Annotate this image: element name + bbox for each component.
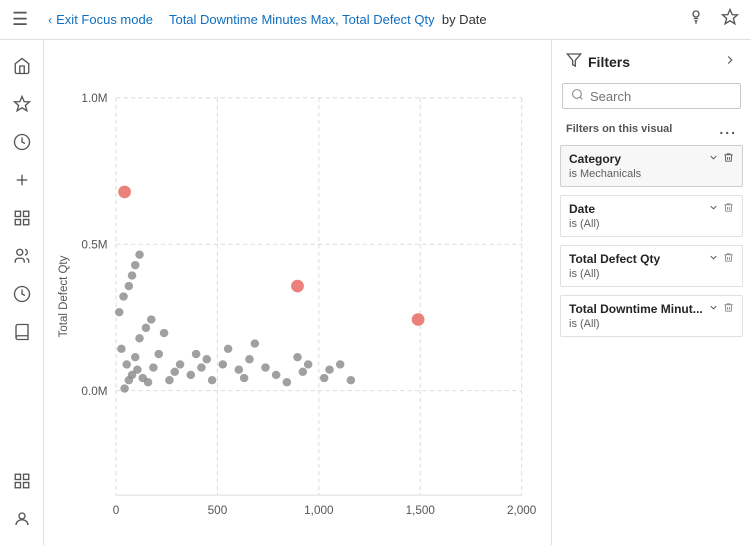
filter-card-defect-qty-name: Total Defect Qty [569,252,660,266]
filters-search-box[interactable] [562,83,741,109]
exit-focus-label: Exit Focus mode [56,12,153,27]
filter-funnel-icon [566,52,582,71]
filter-card-downtime[interactable]: Total Downtime Minut... is (All) [560,295,743,337]
filter-card-date-clear[interactable] [723,202,734,216]
svg-text:0.5M: 0.5M [81,239,107,252]
filters-more-icon[interactable]: ... [719,121,737,137]
filter-card-date-name: Date [569,202,595,216]
sidebar-item-create[interactable] [4,162,40,198]
sidebar-item-favorites[interactable] [4,86,40,122]
filter-card-defect-qty-expand[interactable] [708,252,719,266]
sidebar-item-apps[interactable] [4,200,40,236]
sidebar-item-user[interactable] [4,501,40,537]
scatter-container: 1.0M 0.5M 0.0M 0 500 1,000 1,500 2,000 T… [52,56,543,537]
svg-text:500: 500 [208,504,228,517]
chart-title-main: Total Downtime Minutes Max, Total Defect… [169,12,435,27]
sidebar [0,40,44,545]
sidebar-item-grid[interactable] [4,463,40,499]
svg-text:Total Defect Qty: Total Defect Qty [57,255,70,337]
filter-card-date-value: is (All) [569,218,734,230]
filters-chevron-icon[interactable] [723,53,737,70]
filter-card-downtime-clear[interactable] [723,302,734,316]
filter-card-date-icons [708,202,734,216]
scatter-plot: 1.0M 0.5M 0.0M 0 500 1,000 1,500 2,000 T… [52,56,543,537]
svg-text:0: 0 [113,504,120,517]
chart-title: Total Downtime Minutes Max, Total Defect… [169,12,675,27]
sidebar-item-people[interactable] [4,238,40,274]
filter-card-category-clear[interactable] [723,152,734,166]
filter-card-date-header: Date [569,202,734,216]
filters-panel: Filters Filters on this visual ... [551,40,751,545]
chart-area: 1.0M 0.5M 0.0M 0 500 1,000 1,500 2,000 T… [44,40,551,545]
filter-card-category-header: Category [569,152,734,166]
back-arrow-icon: ‹ [48,13,52,27]
main-layout: 1.0M 0.5M 0.0M 0 500 1,000 1,500 2,000 T… [0,40,751,545]
filter-card-date-expand[interactable] [708,202,719,216]
exit-focus-button[interactable]: ‹ Exit Focus mode [40,8,161,31]
filter-card-defect-qty-value: is (All) [569,268,734,280]
filter-card-category[interactable]: Category is Mechanicals [560,145,743,187]
search-icon [571,88,584,104]
bulb-icon[interactable] [683,4,709,35]
chart-title-by: by Date [442,12,487,27]
filters-header: Filters [552,40,751,79]
svg-text:1,000: 1,000 [304,504,333,517]
topbar: ☰ ‹ Exit Focus mode Total Downtime Minut… [0,0,751,40]
filter-card-downtime-name: Total Downtime Minut... [569,302,703,316]
star-icon[interactable] [717,4,743,35]
svg-text:2,000: 2,000 [507,504,536,517]
sidebar-item-book[interactable] [4,314,40,350]
sidebar-item-recent[interactable] [4,124,40,160]
filter-card-downtime-expand[interactable] [708,302,719,316]
filter-card-defect-qty-header: Total Defect Qty [569,252,734,266]
filters-title-text: Filters [588,54,630,70]
filters-section-text: Filters on this visual [566,123,672,135]
topbar-icons [683,4,743,35]
filter-card-defect-qty-icons [708,252,734,266]
filter-card-category-icons [708,152,734,166]
filter-card-downtime-header: Total Downtime Minut... [569,302,734,316]
menu-icon[interactable]: ☰ [8,5,32,34]
sidebar-item-rocket[interactable] [4,276,40,312]
filter-card-date[interactable]: Date is (All) [560,195,743,237]
filter-card-category-value: is Mechanicals [569,168,734,180]
filters-section-label: Filters on this visual ... [552,117,751,141]
filter-card-defect-qty-clear[interactable] [723,252,734,266]
svg-text:1.0M: 1.0M [81,92,107,105]
svg-text:0.0M: 0.0M [81,385,107,398]
filter-card-downtime-value: is (All) [569,318,734,330]
filter-card-category-expand[interactable] [708,152,719,166]
filter-card-defect-qty[interactable]: Total Defect Qty is (All) [560,245,743,287]
filter-card-category-name: Category [569,152,621,166]
svg-text:1,500: 1,500 [406,504,435,517]
filters-title: Filters [566,52,630,71]
search-input[interactable] [590,89,732,104]
sidebar-item-home[interactable] [4,48,40,84]
filter-card-downtime-icons [708,302,734,316]
